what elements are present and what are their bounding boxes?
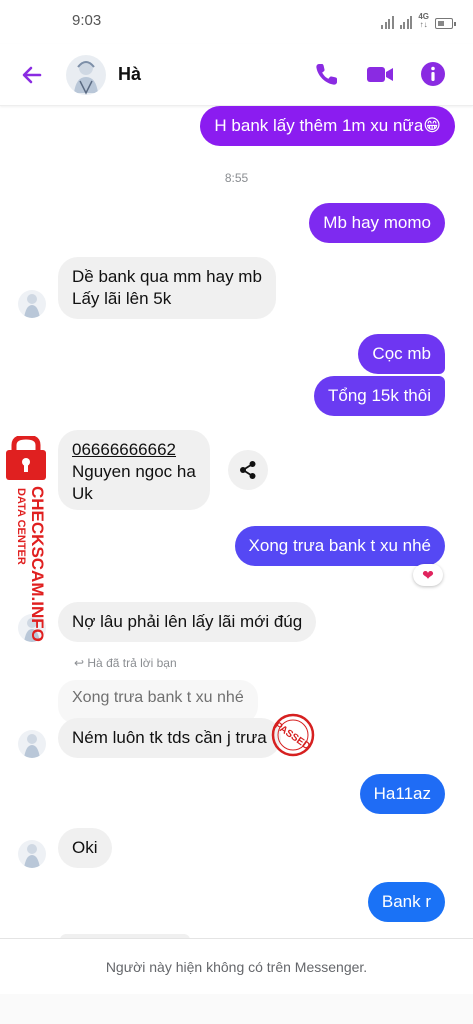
contact-name[interactable]: Hà	[118, 64, 141, 85]
battery-icon	[435, 18, 456, 29]
reply-label-text: Hà đã trả lời bạn	[87, 656, 177, 670]
message-bubble-incoming[interactable]: 06666666662 Nguyen ngoc ha Uk	[58, 430, 210, 510]
reply-arrow-icon: ↩	[74, 656, 88, 670]
message-line: Uk	[72, 484, 93, 503]
lock-icon	[6, 436, 46, 480]
phone-call-icon[interactable]	[312, 59, 342, 89]
message-bubble-outgoing[interactable]: Bank r	[367, 882, 445, 922]
chat-header: Hà	[0, 44, 473, 106]
reply-indicator: ↩ Hà đã trả lời bạn	[74, 656, 177, 670]
signal-icon	[381, 15, 394, 29]
status-time: 9:03	[72, 12, 102, 29]
contact-avatar-small[interactable]	[18, 730, 46, 758]
message-bubble-outgoing[interactable]: Cọc mb	[358, 334, 445, 374]
contact-avatar[interactable]	[66, 55, 106, 95]
contact-avatar-small[interactable]	[18, 840, 46, 868]
info-icon[interactable]	[418, 59, 448, 89]
message-bubble-outgoing[interactable]: Mb hay momo	[309, 203, 445, 243]
watermark-line2: CHECKSCAM.INFO	[28, 486, 47, 642]
message-bubble-incoming[interactable]: Ném luôn tk tds cần j trưa	[58, 718, 281, 758]
network-indicator: 4G ↑↓	[418, 13, 429, 29]
message-line: Lấy lãi lên 5k	[72, 289, 172, 308]
watermark-line1: DATA CENTER	[15, 488, 27, 565]
message-line: Dề bank qua mm hay mb	[72, 267, 262, 286]
contact-avatar-small[interactable]	[18, 290, 46, 318]
avatar-figure-icon	[24, 844, 40, 868]
message-bubble-outgoing[interactable]: Ha11az	[359, 774, 445, 814]
avatar-figure-icon	[24, 294, 40, 318]
message-bubble-outgoing[interactable]: Xong trưa bank t xu nhé	[234, 526, 445, 566]
message-bubble-outgoing[interactable]: Tổng 15k thôi	[313, 376, 445, 416]
network-arrows: ↑↓	[419, 20, 428, 29]
message-bubble-incoming[interactable]: Dề bank qua mm hay mb Lấy lãi lên 5k	[58, 257, 276, 319]
share-icon	[240, 461, 256, 479]
status-bar: 9:03 4G ↑↓	[0, 0, 473, 44]
avatar-figure-icon	[24, 734, 40, 758]
avatar-figure-icon	[74, 61, 98, 95]
video-call-icon[interactable]	[365, 59, 395, 89]
share-button[interactable]	[228, 450, 268, 490]
status-icons: 4G ↑↓	[381, 13, 456, 29]
signal-icon-2	[399, 15, 413, 29]
back-arrow-icon[interactable]	[18, 61, 46, 89]
message-line: Nguyen ngoc ha	[72, 462, 196, 481]
message-bubble-incoming[interactable]: Oki	[58, 828, 112, 868]
timestamp-separator: 8:55	[224, 171, 249, 185]
heart-reaction-icon[interactable]: ❤	[413, 564, 443, 586]
checkscam-watermark: DATA CENTER CHECKSCAM.INFO	[6, 436, 47, 642]
passed-stamp: PASSED	[271, 713, 315, 757]
unavailable-notice: Người này hiện không có trên Messenger.	[0, 938, 473, 994]
message-bubble-incoming[interactable]: Nợ lâu phải lên lấy lãi mới đúg	[58, 602, 317, 642]
message-bubble-outgoing[interactable]: H bank lấy thêm 1m xu nữa😁	[200, 106, 455, 146]
bottom-strip	[0, 994, 473, 1024]
phone-number-link[interactable]: 06666666662	[72, 439, 196, 461]
